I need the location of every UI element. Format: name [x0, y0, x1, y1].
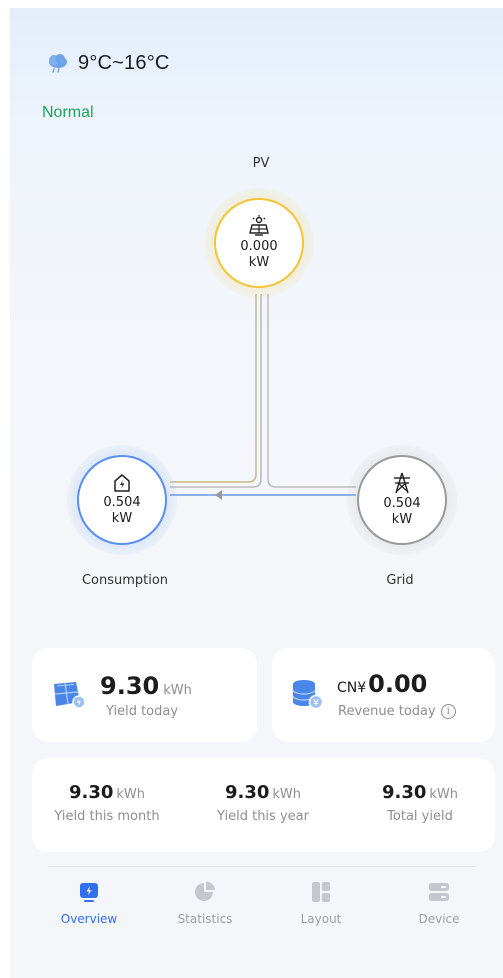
- total-yield-unit: kWh: [429, 787, 459, 802]
- yield-today-value: 9.30: [100, 672, 160, 700]
- solar-panel-icon: [249, 215, 269, 236]
- consumption-power-value: 0.504: [103, 495, 141, 510]
- grid-node[interactable]: 0.504 kW: [357, 455, 447, 545]
- tab-device[interactable]: Device: [399, 880, 479, 926]
- info-icon[interactable]: i: [440, 704, 456, 719]
- home-power-icon: [114, 474, 130, 492]
- pv-to-grid-line: [267, 294, 356, 488]
- total-yield-stat[interactable]: 9.30 kWh Total yield: [345, 782, 495, 824]
- pv-power-value: 0.000: [240, 239, 278, 254]
- yield-this-year-value: 9.30: [224, 782, 270, 803]
- tab-statistics-label: Statistics: [177, 912, 233, 926]
- tabbar-divider: [48, 866, 476, 867]
- yield-this-year-unit: kWh: [272, 787, 302, 802]
- yield-this-year-label: Yield this year: [217, 809, 309, 824]
- revenue-today-label: Revenue today: [338, 704, 436, 719]
- yield-today-label: Yield today: [106, 704, 179, 719]
- flow-arrow-icon: [215, 490, 222, 500]
- consumption-label: Consumption: [81, 573, 169, 588]
- pv-power-unit: kW: [248, 255, 270, 270]
- layout-icon: [312, 882, 330, 902]
- overview-icon: [80, 883, 98, 902]
- pv-label: PV: [252, 156, 270, 171]
- tab-statistics[interactable]: Statistics: [165, 880, 245, 926]
- yield-this-month-label: Yield this month: [54, 809, 160, 824]
- grid-power-unit: kW: [391, 512, 413, 527]
- total-yield-label: Total yield: [387, 809, 453, 824]
- tab-layout-label: Layout: [300, 912, 342, 926]
- total-yield-value: 9.30: [381, 782, 427, 803]
- consumption-node[interactable]: 0.504 kW: [77, 455, 167, 545]
- yield-this-month-value: 9.30: [68, 782, 114, 803]
- power-tower-icon: [394, 472, 410, 494]
- tab-device-label: Device: [418, 912, 460, 926]
- revenue-today-card[interactable]: ¥ CN¥ 0.00 Revenue today i: [272, 648, 495, 742]
- revenue-today-label-row: Revenue today i: [338, 704, 456, 719]
- solar-module-icon: [54, 682, 86, 709]
- device-icon: [429, 883, 449, 901]
- tab-overview[interactable]: Overview: [49, 880, 129, 926]
- pv-node[interactable]: 0.000 kW: [214, 198, 304, 288]
- yield-today-value-row: 9.30 kWh: [100, 672, 192, 700]
- yield-today-unit: kWh: [163, 683, 192, 698]
- yield-this-year-stat[interactable]: 9.30 kWh Yield this year: [188, 782, 338, 824]
- yield-today-card[interactable]: 9.30 kWh Yield today: [32, 648, 257, 742]
- revenue-currency: CN¥: [337, 680, 367, 696]
- tab-layout[interactable]: Layout: [281, 880, 361, 926]
- app-screen: 9°C~16°C Normal PV 0.000 kW 0.504 kW Con…: [10, 8, 503, 978]
- svg-text:¥: ¥: [313, 699, 319, 709]
- pv-to-consumption-line: [170, 294, 257, 483]
- energy-flow-lines: [170, 294, 356, 500]
- coin-stack-icon: ¥: [292, 680, 324, 710]
- consumption-power-unit: kW: [111, 511, 133, 526]
- grid-power-value: 0.504: [383, 496, 421, 511]
- tab-overview-label: Overview: [60, 912, 118, 926]
- yield-this-month-unit: kWh: [116, 787, 146, 802]
- yield-stats-card: 9.30 kWh Yield this month 9.30 kWh Yield…: [32, 758, 495, 852]
- revenue-today-value-row: CN¥ 0.00: [337, 670, 427, 698]
- grid-label: Grid: [386, 573, 414, 588]
- revenue-today-value: 0.00: [368, 670, 428, 698]
- pie-chart-icon: [195, 881, 215, 901]
- yield-this-month-stat[interactable]: 9.30 kWh Yield this month: [32, 782, 182, 824]
